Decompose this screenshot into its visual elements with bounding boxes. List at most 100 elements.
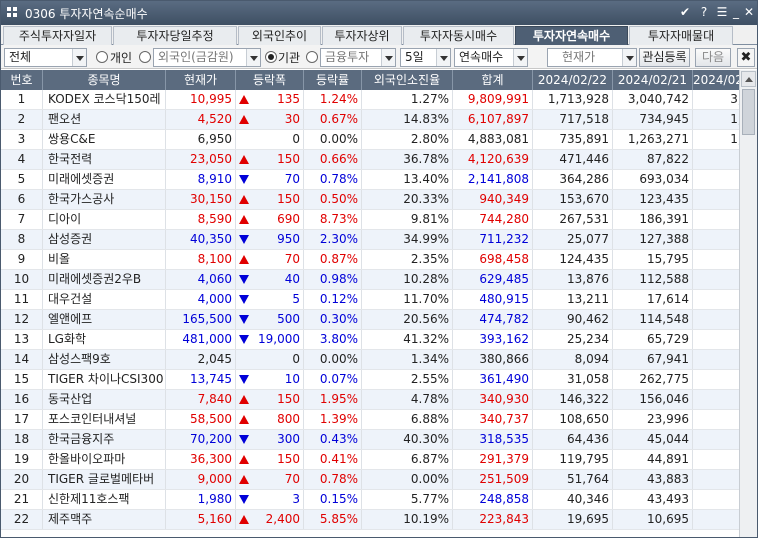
cell-name[interactable]: 한국금융지주 — [43, 430, 166, 449]
cell-name[interactable]: 동국산업 — [43, 390, 166, 409]
cell-name[interactable]: 삼성스팩9호 — [43, 350, 166, 369]
cell-name[interactable]: 미래에셋증권2우B — [43, 270, 166, 289]
table-row[interactable]: 5 미래에셋증권 8,910 70 0.78% 13.40% 2,141,808 364,28… — [1, 170, 739, 190]
market-select[interactable]: 전체 — [4, 48, 87, 67]
radio-individual[interactable] — [96, 51, 108, 63]
table-row[interactable]: 22 제주맥주 5,160 2,400 5.85% 10.19% 223,843 19,695… — [1, 510, 739, 530]
cell-price: 40,350 — [166, 230, 236, 249]
scroll-up-icon[interactable] — [741, 71, 756, 87]
next-button[interactable]: 다음 — [695, 48, 731, 67]
table-row[interactable]: 2 팬오션 4,520 30 0.67% 14.83% 6,107,897 717,518 73… — [1, 110, 739, 130]
days-select[interactable]: 5일 — [400, 48, 451, 67]
cell-name[interactable]: TIGER 차이나CSI300 — [43, 370, 166, 389]
chevron-down-icon[interactable] — [436, 49, 450, 66]
table-row[interactable]: 3 쌍용C&E 6,950 0 0.00% 2.80% 4,883,081 735,891 1,… — [1, 130, 739, 150]
table-row[interactable]: 17 포스코인터내셔널 58,500 800 1.39% 6.88% 340,737 108,… — [1, 410, 739, 430]
cell-date-2: 43,883 — [613, 470, 693, 489]
cell-foreign-exhaustion: 10.28% — [362, 270, 453, 289]
table-row[interactable]: 7 디아이 8,590 690 8.73% 9.81% 744,280 267,531 186,… — [1, 210, 739, 230]
close-panel-icon[interactable]: ✖ — [737, 48, 755, 67]
scroll-thumb[interactable] — [742, 89, 755, 135]
cell-name[interactable]: TIGER 글로벌메타버 — [43, 470, 166, 489]
watch-register-button[interactable]: 관심등록 — [639, 48, 690, 67]
header-price[interactable]: 현재가 — [166, 70, 236, 90]
tab-investor-consecutive-buy[interactable]: 투자자연속매수 — [515, 26, 628, 45]
cell-date-3: 1 — [693, 510, 739, 529]
cell-name[interactable]: 대우건설 — [43, 290, 166, 309]
header-name[interactable]: 종목명 — [43, 70, 166, 90]
table-row[interactable]: 4 한국전력 23,050 150 0.66% 36.78% 4,120,639 471,44… — [1, 150, 739, 170]
vertical-scrollbar[interactable] — [739, 70, 757, 537]
chevron-down-icon[interactable] — [72, 49, 86, 66]
cell-change: 150 — [236, 450, 304, 469]
radio-institution[interactable] — [265, 51, 277, 63]
cell-name[interactable]: 비올 — [43, 250, 166, 269]
table-row[interactable]: 15 TIGER 차이나CSI300 13,745 10 0.07% 2.55% 361,4… — [1, 370, 739, 390]
cell-date-3: 1,74 — [693, 110, 739, 129]
table-row[interactable]: 18 한국금융지주 70,200 300 0.43% 40.30% 318,535 64,43… — [1, 430, 739, 450]
radio-institution-type[interactable] — [306, 51, 318, 63]
table-row[interactable]: 16 동국산업 7,840 150 1.95% 4.78% 340,930 146,322 15… — [1, 390, 739, 410]
cell-name[interactable]: 제주맥주 — [43, 510, 166, 529]
tab-investor-today-estimate[interactable]: 투자자당일추정 — [113, 26, 237, 45]
cell-date-3: 1 — [693, 390, 739, 409]
cell-name[interactable]: LG화학 — [43, 330, 166, 349]
cell-name[interactable]: KODEX 코스닥150레 — [43, 90, 166, 109]
cell-name[interactable]: 엘앤에프 — [43, 310, 166, 329]
tab-foreign-trend[interactable]: 외국인추이 — [238, 26, 321, 45]
cell-name[interactable]: 포스코인터내셔널 — [43, 410, 166, 429]
tab-investor-top[interactable]: 투자자상위 — [322, 26, 402, 45]
chevron-down-icon[interactable] — [622, 49, 636, 66]
table-row[interactable]: 12 엘앤에프 165,500 500 0.30% 20.56% 474,782 90,462… — [1, 310, 739, 330]
foreign-type-select[interactable]: 외국인(금감원) — [153, 48, 261, 67]
table-row[interactable]: 13 LG화학 481,000 19,000 3.80% 41.32% 393,162 25,… — [1, 330, 739, 350]
pin-icon[interactable]: ✔ — [677, 4, 693, 21]
table-row[interactable]: 6 한국가스공사 30,150 150 0.50% 20.33% 940,349 153,67… — [1, 190, 739, 210]
header-foreign-exhaustion[interactable]: 외국인소진율 — [362, 70, 453, 90]
cell-name[interactable]: 한국가스공사 — [43, 190, 166, 209]
header-date-1[interactable]: 2024/02/22 — [533, 70, 613, 90]
header-change-rate[interactable]: 등락률 — [304, 70, 362, 90]
cell-price: 481,000 — [166, 330, 236, 349]
cell-name[interactable]: 쌍용C&E — [43, 130, 166, 149]
chevron-down-icon[interactable] — [381, 49, 395, 66]
header-date-3[interactable]: 2024/02/20 — [693, 70, 739, 90]
table-row[interactable]: 1 KODEX 코스닥150레 10,995 135 1.24% 1.27% 9,809,9… — [1, 90, 739, 110]
table-row[interactable]: 14 삼성스팩9호 2,045 0 0.00% 1.34% 380,866 8,094 67,9… — [1, 350, 739, 370]
radio-foreign[interactable] — [139, 51, 151, 63]
table-row[interactable]: 10 미래에셋증권2우B 4,060 40 0.98% 10.28% 629,485 13,8… — [1, 270, 739, 290]
header-total[interactable]: 합계 — [453, 70, 533, 90]
cell-name[interactable]: 디아이 — [43, 210, 166, 229]
cell-name[interactable]: 신한제11호스팩 — [43, 490, 166, 509]
tab-investor-simultaneous-buy[interactable]: 투자자동시매수 — [403, 26, 514, 45]
title-bar[interactable]: 0306 투자자연속순매수 ✔ ? ☰ _ ✕ — [1, 1, 757, 25]
institution-type-select[interactable]: 금융투자 — [320, 48, 396, 67]
cell-total: 340,737 — [453, 410, 533, 429]
sort-select[interactable]: 현재가 — [547, 48, 637, 67]
cell-name[interactable]: 한국전력 — [43, 150, 166, 169]
header-change[interactable]: 등락폭 — [236, 70, 304, 90]
cell-name[interactable]: 팬오션 — [43, 110, 166, 129]
table-row[interactable]: 20 TIGER 글로벌메타버 9,000 70 0.78% 0.00% 251,509 51… — [1, 470, 739, 490]
header-date-2[interactable]: 2024/02/21 — [613, 70, 693, 90]
chevron-down-icon[interactable] — [513, 49, 527, 66]
cell-price: 5,160 — [166, 510, 236, 529]
mode-select[interactable]: 연속매수 — [454, 48, 528, 67]
chevron-down-icon[interactable] — [246, 49, 260, 66]
cell-name[interactable]: 한올바이오파마 — [43, 450, 166, 469]
stock-table: 번호 종목명 현재가 등락폭 등락률 외국인소진율 합계 2024/02/22 … — [1, 70, 739, 537]
cell-number: 18 — [1, 430, 43, 449]
close-icon[interactable]: ✕ — [741, 4, 757, 21]
cell-number: 12 — [1, 310, 43, 329]
cell-name[interactable]: 삼성증권 — [43, 230, 166, 249]
header-number[interactable]: 번호 — [1, 70, 43, 90]
table-row[interactable]: 11 대우건설 4,000 5 0.12% 11.70% 480,915 13,211 17,6… — [1, 290, 739, 310]
table-row[interactable]: 19 한올바이오파마 36,300 150 0.41% 6.87% 291,379 119,7… — [1, 450, 739, 470]
cell-name[interactable]: 미래에셋증권 — [43, 170, 166, 189]
table-row[interactable]: 8 삼성증권 40,350 950 2.30% 34.99% 711,232 25,077 12… — [1, 230, 739, 250]
help-icon[interactable]: ? — [696, 4, 712, 21]
tab-investor-daily[interactable]: 주식투자자일자 — [3, 26, 112, 45]
tab-investor-supply-zone[interactable]: 투자자매물대 — [629, 26, 733, 45]
table-row[interactable]: 9 비올 8,100 70 0.87% 2.35% 698,458 124,435 15,795… — [1, 250, 739, 270]
table-row[interactable]: 21 신한제11호스팩 1,980 3 0.15% 5.77% 248,858 40,346 4… — [1, 490, 739, 510]
